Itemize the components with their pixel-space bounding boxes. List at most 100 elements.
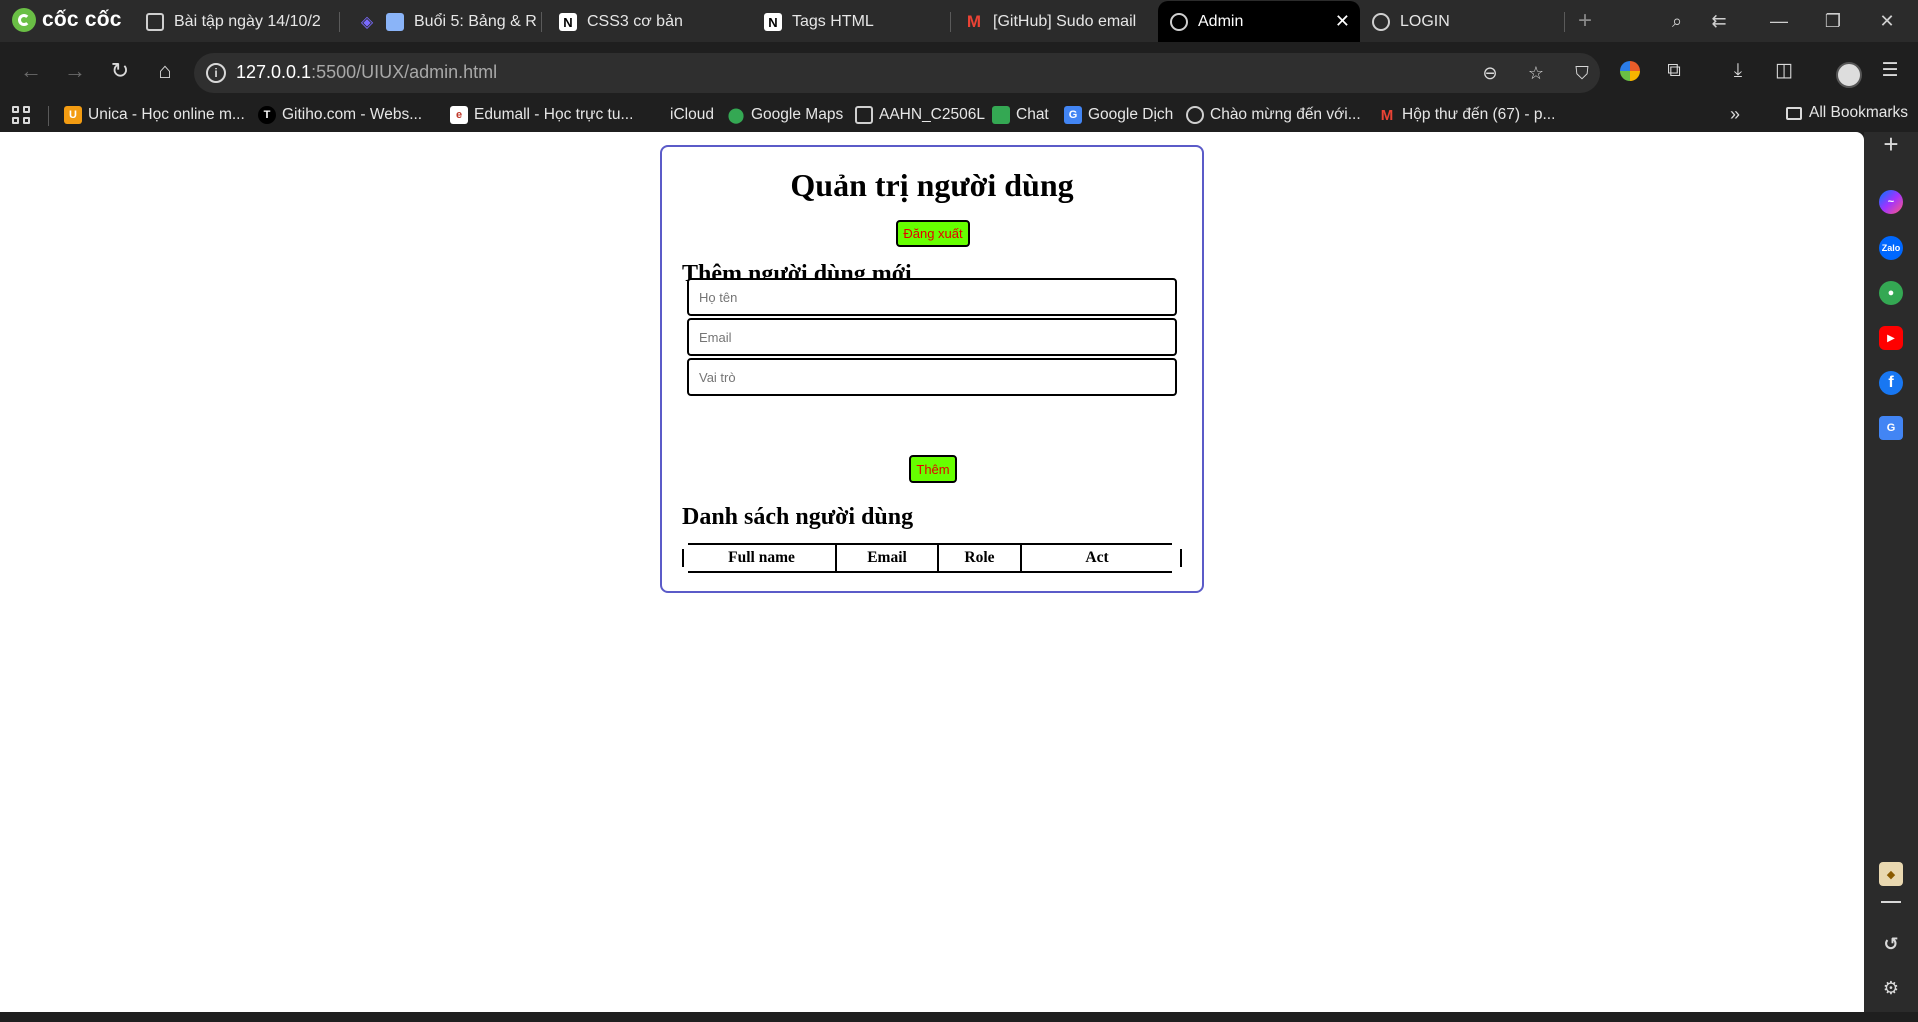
url-path: :5500/UIUX/admin.html: [311, 62, 498, 82]
new-tab-button[interactable]: +: [1578, 8, 1592, 34]
bookmark-label: Chat: [1016, 106, 1049, 123]
reload-button[interactable]: ↻: [105, 56, 135, 86]
globe-icon: [1186, 106, 1204, 124]
extension-badge-icon[interactable]: ◆: [1879, 862, 1903, 886]
browser-toolbar: ← → ↻ ⌂ i 127.0.0.1:5500/UIUX/admin.html…: [0, 42, 1918, 106]
bookmark-label: Chào mừng đến với...: [1210, 106, 1361, 123]
sidebar-add-icon[interactable]: +: [1879, 129, 1903, 159]
zoom-out-icon[interactable]: ⊖: [1478, 61, 1502, 85]
forward-button[interactable]: →: [60, 56, 90, 86]
apps-grid-icon[interactable]: [12, 106, 30, 124]
logout-button[interactable]: Đăng xuất: [896, 220, 970, 247]
tab-label: [GitHub] Sudo email: [993, 13, 1137, 30]
tab-search-icon[interactable]: ⌕: [1662, 8, 1692, 34]
profile-avatar[interactable]: [1836, 62, 1862, 88]
tab-separator: [541, 12, 542, 32]
settings-gear-icon[interactable]: ⚙: [1879, 976, 1903, 1000]
bookmark-unica[interactable]: U Unica - Học online m...: [64, 104, 245, 126]
bookmark-google-maps[interactable]: ⬤ Google Maps: [727, 104, 844, 126]
extensions-puzzle-icon[interactable]: ⧉: [1660, 57, 1688, 85]
bookmark-separator: [48, 106, 49, 126]
gitiho-icon: T: [258, 106, 276, 124]
bookmark-chao-mung[interactable]: Chào mừng đến với...: [1186, 104, 1361, 126]
close-window-button[interactable]: ✕: [1872, 8, 1902, 34]
tab-label: Admin: [1198, 13, 1244, 30]
tab-label: Buổi 5: Bảng & R: [414, 13, 536, 30]
tab-css3[interactable]: N CSS3 cơ bản: [547, 1, 747, 43]
back-button[interactable]: ←: [16, 56, 46, 86]
url-text[interactable]: 127.0.0.1:5500/UIUX/admin.html: [236, 62, 497, 83]
restore-button[interactable]: ❐: [1818, 8, 1848, 34]
bookmark-label: Unica - Học online m...: [88, 106, 245, 123]
admin-panel: Quản trị người dùng Đăng xuất Thêm người…: [660, 145, 1204, 593]
split-view-icon[interactable]: ◫: [1770, 57, 1798, 85]
tab-label: Tags HTML: [792, 13, 874, 30]
bookmark-google-dich[interactable]: G Google Dịch: [1064, 104, 1173, 126]
table-border-left: [682, 549, 684, 567]
bookmark-aahn[interactable]: AAHN_C2506L: [855, 104, 985, 126]
all-bookmarks-button[interactable]: All Bookmarks: [1786, 104, 1908, 122]
home-button[interactable]: ⌂: [150, 56, 180, 86]
game-controller-icon[interactable]: ●: [1879, 281, 1903, 305]
layers-icon: ◈: [360, 14, 374, 31]
bookmark-star-icon[interactable]: ☆: [1524, 61, 1548, 85]
google-translate-icon[interactable]: G: [1879, 416, 1903, 440]
table-header-row: Full name Email Role Act: [688, 543, 1172, 573]
browser-sidebar: + ~ Zalo ● ▶ f G ◆ ↺ ⚙: [1864, 129, 1918, 1012]
tab-label: LOGIN: [1400, 13, 1450, 30]
notion-icon: N: [559, 13, 577, 31]
tab-buoi-5[interactable]: ◈ Buổi 5: Bảng & R: [346, 1, 536, 43]
edumall-icon: e: [450, 106, 468, 124]
gmail-icon: M: [966, 12, 982, 31]
more-bookmarks-chevron-icon[interactable]: »: [1730, 104, 1740, 125]
tab-github-email[interactable]: M [GitHub] Sudo email: [953, 1, 1146, 43]
bookmark-label: Hộp thư đến (67) - p...: [1402, 106, 1556, 123]
browser-brand-name: cốc cốc: [42, 8, 122, 31]
google-chat-icon: [992, 106, 1010, 124]
users-table: Full name Email Role Act: [682, 543, 1182, 573]
youtube-icon[interactable]: ▶: [1879, 326, 1903, 350]
history-icon[interactable]: ↺: [1879, 932, 1903, 956]
download-icon[interactable]: ⤓: [1724, 57, 1752, 85]
bookmark-label: Gitiho.com - Webs...: [282, 106, 423, 123]
role-input[interactable]: [687, 358, 1177, 396]
menu-icon[interactable]: ☰: [1876, 57, 1904, 85]
unica-icon: U: [64, 106, 82, 124]
tab-label: CSS3 cơ bản: [587, 13, 683, 30]
column-header-email: Email: [837, 545, 939, 571]
tab-separator: [950, 12, 951, 32]
column-header-role: Role: [939, 545, 1022, 571]
table-border-right: [1180, 549, 1182, 567]
browser-logo[interactable]: cốc cốc: [12, 8, 122, 32]
globe-icon: [1372, 13, 1390, 31]
bookmark-edumall[interactable]: e Edumall - Học trực tu...: [450, 104, 633, 126]
page-viewport: Quản trị người dùng Đăng xuất Thêm người…: [0, 132, 1864, 1012]
back-forward-cache-icon[interactable]: ⇇: [1704, 8, 1734, 34]
tab-bai-tap[interactable]: Bài tập ngày 14/10/2: [134, 1, 334, 43]
email-input[interactable]: [687, 318, 1177, 356]
bookmark-gitiho[interactable]: T Gitiho.com - Webs...: [258, 104, 422, 126]
messenger-icon[interactable]: ~: [1879, 190, 1903, 214]
tab-login[interactable]: LOGIN: [1360, 1, 1560, 43]
fullname-input[interactable]: [687, 278, 1177, 316]
facebook-icon[interactable]: f: [1879, 371, 1903, 395]
site-info-icon[interactable]: i: [206, 63, 226, 83]
shield-icon[interactable]: ⛉: [1570, 61, 1594, 85]
zalo-icon[interactable]: Zalo: [1879, 236, 1903, 260]
bookmark-hop-thu[interactable]: M Hộp thư đến (67) - p...: [1378, 104, 1556, 126]
bookmark-label: iCloud: [670, 106, 714, 123]
address-bar[interactable]: i 127.0.0.1:5500/UIUX/admin.html ⊖ ☆ ⛉: [194, 53, 1600, 93]
add-user-button[interactable]: Thêm: [909, 455, 957, 483]
bookmark-icloud[interactable]: iCloud: [646, 104, 714, 126]
tab-tags-html[interactable]: N Tags HTML: [752, 1, 952, 43]
bookmark-chat[interactable]: Chat: [992, 104, 1049, 126]
coccoc-extension-icon[interactable]: [1620, 61, 1640, 81]
tab-strip: cốc cốc Bài tập ngày 14/10/2 ◈ Buổi 5: B…: [0, 0, 1918, 43]
minimize-button[interactable]: —: [1764, 8, 1794, 34]
tab-admin[interactable]: Admin ✕: [1158, 1, 1360, 43]
close-tab-icon[interactable]: ✕: [1335, 12, 1350, 30]
tab-separator: [339, 12, 340, 32]
tab-separator: [1564, 12, 1565, 32]
user-list-heading: Danh sách người dùng: [682, 504, 914, 530]
bookmark-label: Google Maps: [751, 106, 844, 123]
